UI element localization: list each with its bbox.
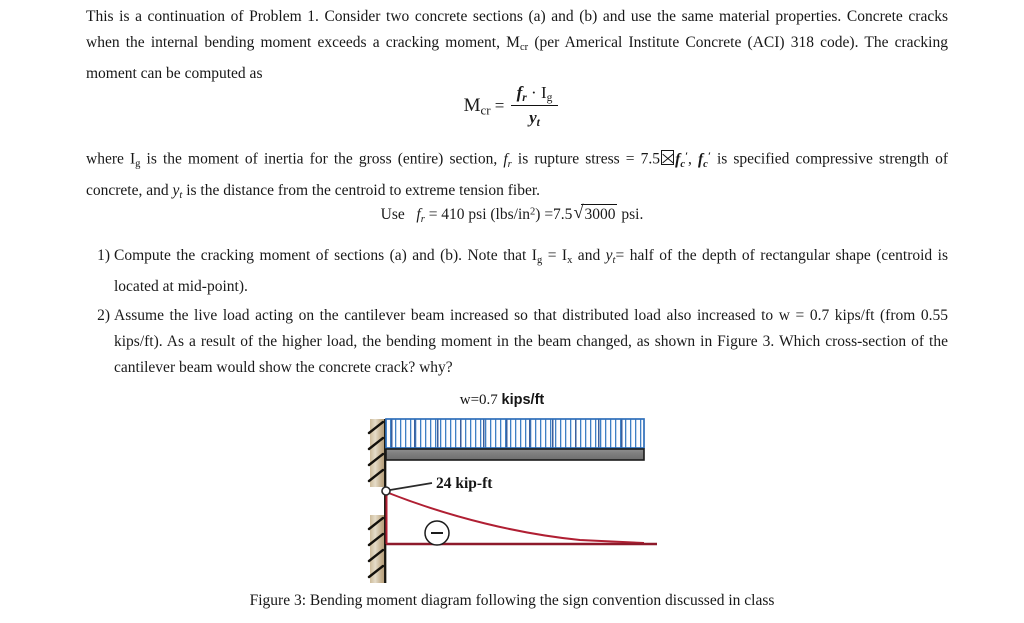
document-page: This is a continuation of Problem 1. Con… — [0, 0, 1024, 623]
use-unit: psi. — [621, 206, 644, 223]
where-seg3: is rupture stress = 7.5 — [511, 150, 661, 168]
use-equals-1: = 410 psi (lbs/in — [428, 206, 531, 223]
bending-moment-panel: 24 kip-ft — [367, 475, 657, 583]
fc-prime-symbol-1: fc′ — [675, 150, 688, 170]
item-2-text: Assume the live load acting on the canti… — [114, 307, 948, 376]
where-seg2: is the moment of inertia for the gross (… — [140, 150, 504, 168]
question-item-1: 1) Compute the cracking moment of section… — [97, 243, 948, 300]
fraction-numerator: fr · Ig — [510, 83, 559, 107]
where-paragraph: where Ig is the moment of inertia for th… — [86, 144, 948, 209]
fraction-denominator: yt — [529, 108, 540, 130]
intro-paragraph: This is a continuation of Problem 1. Con… — [86, 4, 948, 87]
cantilever-beam-top — [385, 448, 645, 461]
yt-symbol: yt — [172, 181, 183, 201]
item-1-seg1: Compute the cracking moment of sections … — [114, 247, 537, 264]
fr-symbol: fr — [503, 150, 512, 170]
where-seg6: is the distance from the centroid to ext… — [182, 181, 541, 199]
sqrt-3000: √ 3000 — [573, 201, 618, 224]
item-2-number: 2) — [97, 307, 110, 324]
cracking-moment-equation: Mcr = fr · Ig yt — [0, 83, 1024, 130]
moment-label-leader-line — [389, 482, 433, 491]
loaded-beam-panel: w=0.7 kips/ft — [367, 392, 645, 487]
use-fr-symbol: fr — [416, 206, 425, 225]
load-label-prefix: w=0.7 — [460, 392, 502, 408]
fixed-support-lower — [367, 490, 387, 583]
item-1-number: 1) — [97, 247, 110, 264]
distributed-load-block — [385, 418, 645, 449]
item-1-seg2: = I — [542, 247, 568, 264]
item-1-y-symbol: yt — [605, 247, 616, 266]
missing-radical-glyph-icon — [661, 149, 675, 166]
use-equals-2: ) =7.5 — [535, 206, 573, 223]
figure-3: w=0.7 kips/ft 24 kip-ft — [0, 386, 1024, 596]
where-seg4: , — [688, 150, 698, 168]
negative-sign-indicator — [424, 520, 450, 546]
equation-lhs: Mcr — [463, 95, 491, 118]
radicand-value: 3000 — [581, 204, 618, 224]
distributed-load-label: w=0.7 kips/ft — [460, 392, 545, 408]
beam-and-moment-diagram: w=0.7 kips/ft 24 kip-ft — [367, 392, 657, 583]
peak-moment-label: 24 kip-ft — [436, 475, 493, 492]
equation-equals: = — [494, 96, 505, 116]
radical-sign-icon: √ — [573, 201, 584, 222]
mcr-inline-symbol: Mcr — [506, 34, 529, 53]
question-item-2: 2) Assume the live load acting on the can… — [97, 303, 948, 381]
peak-moment-marker-icon — [381, 486, 391, 496]
figure-caption: Figure 3: Bending moment diagram followi… — [249, 592, 775, 609]
fc-prime-symbol-2: fc′ — [698, 150, 711, 170]
load-label-units: kips/ft — [502, 392, 545, 408]
fixed-support-upper — [367, 419, 387, 487]
where-seg1: where I — [86, 150, 136, 168]
equation-fraction: fr · Ig yt — [510, 83, 559, 130]
use-label: Use — [380, 206, 405, 223]
use-value-line: Use fr = 410 psi (lbs/in2) =7.5 √ 3000 psi… — [0, 201, 1024, 225]
item-1-seg3: and — [572, 247, 606, 264]
